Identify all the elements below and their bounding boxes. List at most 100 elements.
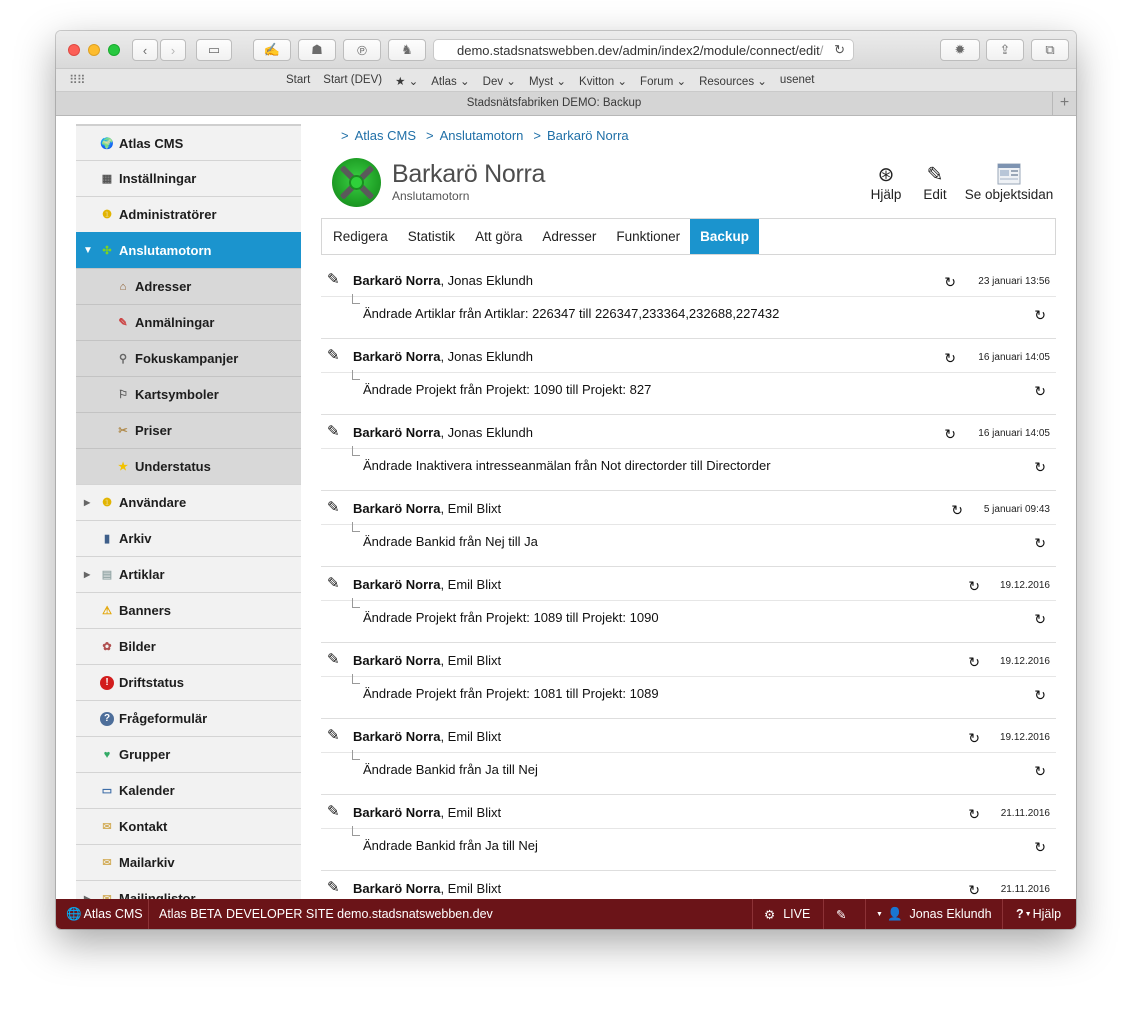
sidebar-item-priser[interactable]: ✂ Priser	[76, 412, 301, 448]
sidebar-item-banners[interactable]: ⚠ Banners	[76, 592, 301, 628]
bookmark-item[interactable]: ★ ⌄	[395, 74, 418, 88]
edit-action[interactable]: ✎ Edit	[919, 161, 951, 203]
tab-funktioner[interactable]: Funktioner	[606, 219, 690, 254]
pencil-icon[interactable]: ✎	[327, 574, 340, 592]
apps-grid-icon[interactable]: ⠿⠿	[69, 73, 86, 87]
tab-adresser[interactable]: Adresser	[532, 219, 606, 254]
bookmark-item[interactable]: Atlas ⌄	[431, 74, 469, 88]
sidebar-item-kartsymboler[interactable]: ⚐ Kartsymboler	[76, 376, 301, 412]
extension-button[interactable]: ✹	[940, 39, 980, 61]
sidebar-item-fr-geformul-r[interactable]: ? Frågeformulär	[76, 700, 301, 736]
edit-extension-button[interactable]: ✍	[253, 39, 291, 61]
sidebar-item-bilder[interactable]: ✿ Bilder	[76, 628, 301, 664]
restore-version-icon[interactable]: ↻	[944, 350, 956, 367]
sidebar-item-administrat-rer[interactable]: ❶ Administratörer	[76, 196, 301, 232]
bookmark-item[interactable]: Start (DEV)	[323, 74, 382, 88]
sidebar-toggle-button[interactable]: ▭	[196, 39, 232, 61]
bookmark-item[interactable]: usenet	[780, 74, 815, 88]
sidebar-item-artiklar[interactable]: ▶ ▤ Artiklar	[76, 556, 301, 592]
new-tab-button[interactable]: +	[1052, 92, 1076, 115]
browser-tab-title[interactable]: Stadsnätsfabriken DEMO: Backup	[56, 97, 1052, 109]
breadcrumb-separator: >	[533, 128, 542, 143]
restore-version-icon[interactable]: ↻	[968, 730, 980, 747]
help-menu[interactable]: ? ▼ Hjälp	[1016, 899, 1061, 929]
address-bar[interactable]: demo.stadsnatswebben.dev/admin/index2/mo…	[433, 39, 854, 61]
sidebar-item-mailarkiv[interactable]: ✉ Mailarkiv	[76, 844, 301, 880]
back-button[interactable]: ‹	[132, 39, 158, 61]
pencil-icon[interactable]: ✎	[327, 726, 340, 744]
sidebar-item-anv-ndare[interactable]: ▶ ❶ Användare	[76, 484, 301, 520]
restore-field-icon[interactable]: ↻	[1034, 459, 1046, 476]
restore-version-icon[interactable]: ↻	[968, 578, 980, 595]
bookmark-item[interactable]: Dev ⌄	[483, 74, 516, 88]
sidebar-item-understatus[interactable]: ★ Understatus	[76, 448, 301, 484]
minimize-window-button[interactable]	[88, 44, 100, 56]
restore-version-icon[interactable]: ↻	[968, 882, 980, 899]
user-menu[interactable]: ▼ 👤 Jonas Eklundh	[876, 899, 992, 929]
restore-version-icon[interactable]: ↻	[968, 654, 980, 671]
pencil-icon[interactable]: ✎	[327, 802, 340, 820]
sidebar-item-label: Arkiv	[119, 531, 152, 546]
pencil-icon[interactable]: ✎	[327, 270, 340, 288]
restore-field-icon[interactable]: ↻	[1034, 611, 1046, 628]
pencil-icon[interactable]: ✎	[327, 650, 340, 668]
restore-version-icon[interactable]: ↻	[951, 502, 963, 519]
pencil-icon[interactable]: ✎	[327, 498, 340, 516]
breadcrumb-link[interactable]: Barkarö Norra	[547, 128, 629, 143]
tab-redigera[interactable]: Redigera	[322, 219, 398, 254]
sidebar-item-driftstatus[interactable]: ! Driftstatus	[76, 664, 301, 700]
close-window-button[interactable]	[68, 44, 80, 56]
sidebar-item-anm-lningar[interactable]: ✎ Anmälningar	[76, 304, 301, 340]
bookmark-item[interactable]: Resources ⌄	[699, 74, 767, 88]
caret-right-icon[interactable]: ▶	[84, 498, 90, 507]
evernote-extension-button[interactable]: ♞	[388, 39, 426, 61]
sidebar-item-grupper[interactable]: ♥ Grupper	[76, 736, 301, 772]
tab-statistik[interactable]: Statistik	[398, 219, 465, 254]
sidebar-item-kalender[interactable]: ▭ Kalender	[76, 772, 301, 808]
sidebar-item-atlas-cms[interactable]: 🌍 Atlas CMS	[76, 124, 301, 160]
tabs-overview-button[interactable]: ⧉	[1031, 39, 1069, 61]
restore-field-icon[interactable]: ↻	[1034, 763, 1046, 780]
reload-page-icon[interactable]: ↻	[834, 42, 845, 58]
sidebar-item-inst-llningar[interactable]: ▦ Inställningar	[76, 160, 301, 196]
edit-mode-button[interactable]: ✎	[836, 899, 846, 929]
sidebar-item-kontakt[interactable]: ✉ Kontakt	[76, 808, 301, 844]
restore-field-icon[interactable]: ↻	[1034, 839, 1046, 856]
sidebar-item-anslutamotorn[interactable]: ▼ ✣ Anslutamotorn	[76, 232, 301, 268]
restore-field-icon[interactable]: ↻	[1034, 687, 1046, 704]
help-action[interactable]: ⊛ Hjälp	[867, 161, 905, 203]
restore-version-icon[interactable]: ↻	[968, 806, 980, 823]
sidebar-item-mailinglistor[interactable]: ▶ ✉ Mailinglistor	[76, 880, 301, 899]
pencil-icon[interactable]: ✎	[327, 878, 340, 896]
bookmark-item[interactable]: Start	[286, 74, 310, 88]
live-button[interactable]: ⚙ LIVE	[764, 899, 810, 929]
breadcrumb-link[interactable]: Atlas CMS	[355, 128, 416, 143]
users-icon: ❶	[102, 497, 112, 509]
bookmark-item[interactable]: Kvitton ⌄	[579, 74, 627, 88]
caret-down-icon[interactable]: ▼	[83, 245, 93, 256]
view-object-action[interactable]: Se objektsidan	[963, 161, 1055, 202]
tree-connector	[352, 522, 360, 532]
pencil-icon[interactable]: ✎	[327, 346, 340, 364]
zoom-window-button[interactable]	[108, 44, 120, 56]
restore-field-icon[interactable]: ↻	[1034, 307, 1046, 324]
bookmark-item[interactable]: Myst ⌄	[529, 74, 566, 88]
sidebar-item-adresser[interactable]: ⌂ Adresser	[76, 268, 301, 304]
tab-backup[interactable]: Backup	[690, 219, 759, 254]
caret-right-icon[interactable]: ▶	[84, 570, 90, 579]
tab-att-g-ra[interactable]: Att göra	[465, 219, 532, 254]
atlas-cms-home-link[interactable]: 🌐 Atlas CMS	[66, 899, 143, 929]
forward-button[interactable]: ›	[160, 39, 186, 61]
pinterest-extension-button[interactable]: ℗	[343, 39, 381, 61]
share-button[interactable]: ⇪	[986, 39, 1024, 61]
restore-version-icon[interactable]: ↻	[944, 426, 956, 443]
sidebar-item-arkiv[interactable]: ▮ Arkiv	[76, 520, 301, 556]
breadcrumb-link[interactable]: Anslutamotorn	[440, 128, 524, 143]
pencil-icon[interactable]: ✎	[327, 422, 340, 440]
sidebar-item-fokuskampanjer[interactable]: ⚲ Fokuskampanjer	[76, 340, 301, 376]
restore-field-icon[interactable]: ↻	[1034, 535, 1046, 552]
restore-field-icon[interactable]: ↻	[1034, 383, 1046, 400]
ghost-extension-button[interactable]: ☗	[298, 39, 336, 61]
bookmark-item[interactable]: Forum ⌄	[640, 74, 686, 88]
restore-version-icon[interactable]: ↻	[944, 274, 956, 291]
